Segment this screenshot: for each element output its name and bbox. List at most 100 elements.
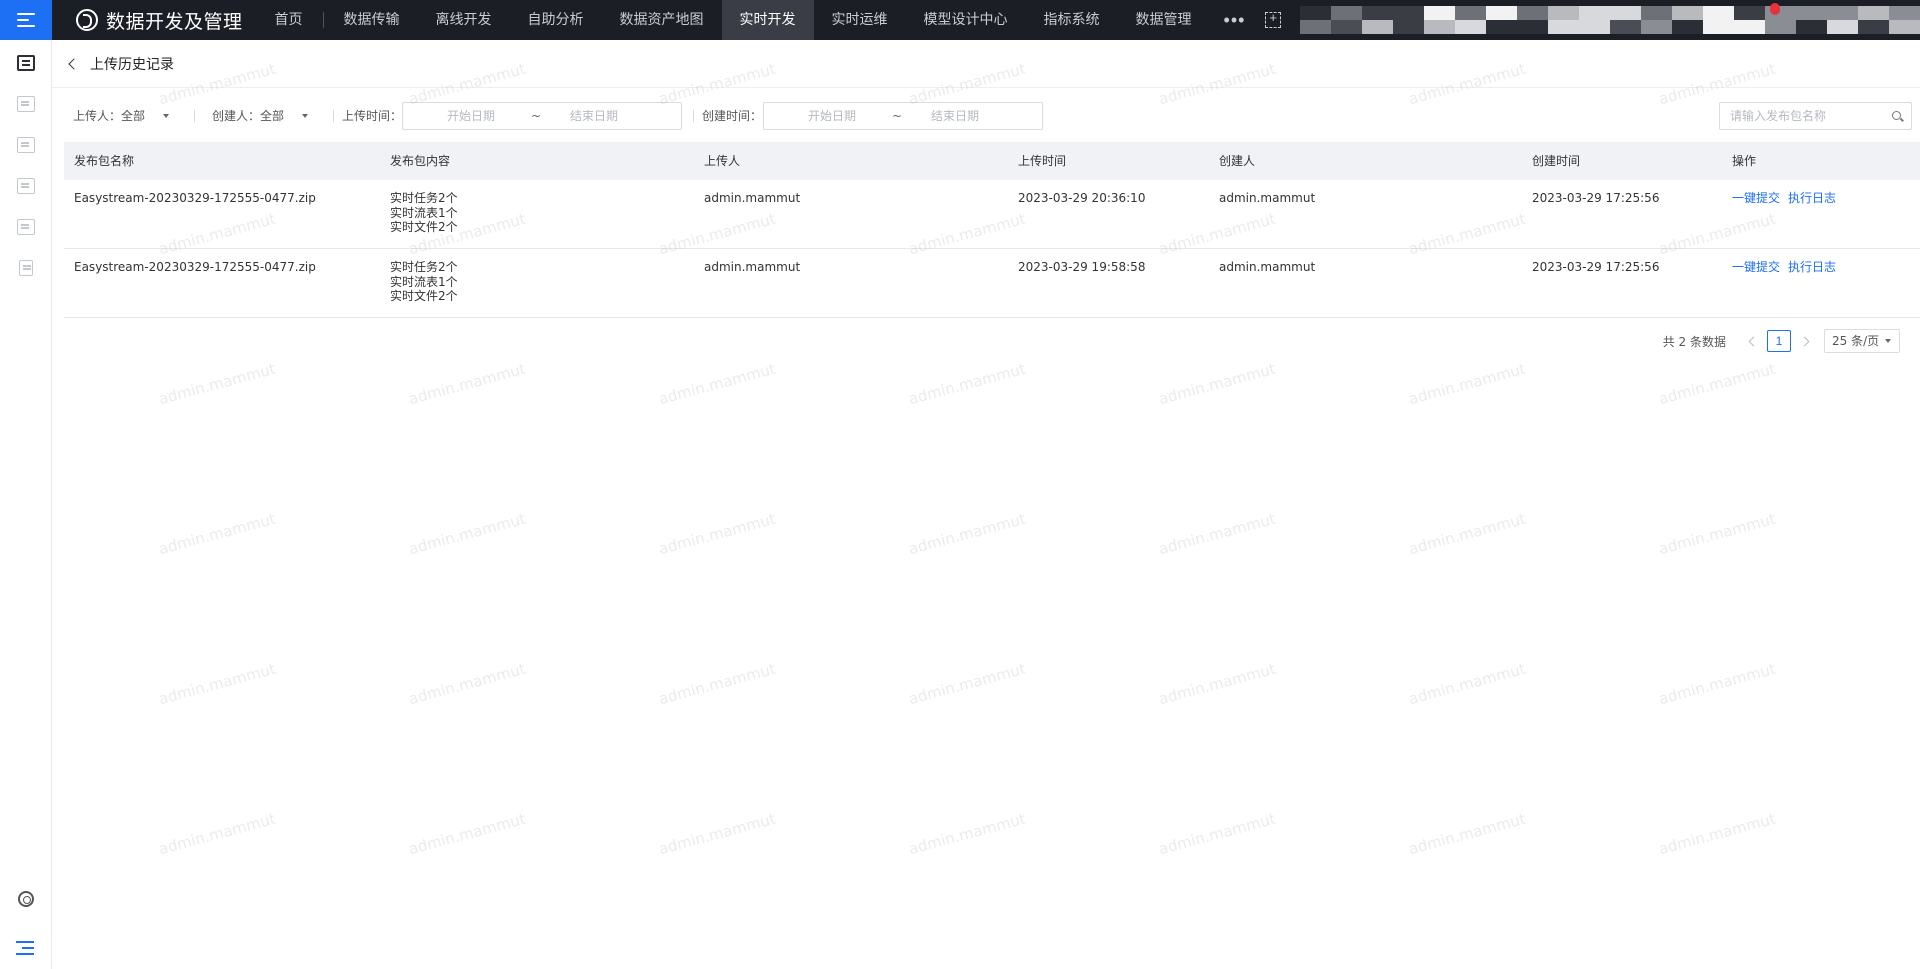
watermark-text: admin.mammut [906, 809, 1028, 859]
menu-button[interactable] [0, 0, 52, 40]
uploader-select[interactable]: 上传人：全部 [73, 102, 173, 130]
mosaic-cell [1548, 20, 1579, 34]
page-button-current[interactable]: 1 [1767, 330, 1791, 352]
upload-history-table: 发布包名称 发布包内容 上传人 上传时间 创建人 创建时间 操作 Easystr… [64, 142, 1920, 318]
mosaic-cell [1734, 20, 1765, 34]
package-content: 实时任务2个 实时流表1个 实时文件2个 [390, 191, 458, 235]
page-size-select[interactable]: 25 条/页 [1824, 329, 1900, 353]
mosaic-cell [1703, 20, 1734, 34]
nav-item-asset-map[interactable]: 数据资产地图 [602, 0, 722, 40]
uploader: admin.mammut [704, 191, 801, 205]
column-header: 创建时间 [1532, 154, 1581, 168]
nav-item-data-mgmt[interactable]: 数据管理 [1118, 0, 1210, 40]
mosaic-cell [1641, 6, 1672, 20]
row-actions: 一键提交 执行日志 [1732, 191, 1844, 206]
watermark-text: admin.mammut [1656, 809, 1778, 859]
pagination-total: 共 2 条数据 [1662, 334, 1726, 349]
nav-item-realtime-ops[interactable]: 实时运维 [814, 0, 906, 40]
uploader-select-value: 上传人：全部 [73, 109, 146, 123]
upload-list-icon[interactable] [17, 55, 35, 71]
creator-select[interactable]: 创建人：全部 [212, 102, 312, 130]
main-nav: 首页 数据传输 离线开发 自助分析 数据资产地图 实时开发 实时运维 模型设计中… [257, 0, 1282, 40]
mosaic-cell [1455, 20, 1486, 34]
nav-item-data-transfer[interactable]: 数据传输 [326, 0, 418, 40]
nav-item-realtime-dev[interactable]: 实时开发 [721, 0, 814, 40]
main-content: 上传历史记录 上传人：全部 创建人：全部 上传时间： 开始日期 ~ 结束日期 创… [52, 40, 1920, 969]
left-sidebar [0, 40, 52, 969]
clipboard-icon[interactable] [19, 260, 33, 276]
mosaic-cell [1672, 6, 1703, 20]
search-icon[interactable] [1892, 111, 1901, 120]
package-search[interactable] [1719, 102, 1912, 130]
mosaic-cell [1331, 6, 1362, 20]
watermark-text: admin.mammut [406, 509, 528, 559]
nav-separator [322, 12, 324, 28]
watermark-text: admin.mammut [406, 809, 528, 859]
uploader: admin.mammut [704, 260, 801, 274]
mosaic-cell [1734, 6, 1765, 20]
divider [333, 110, 334, 122]
watermark-text: admin.mammut [906, 659, 1028, 709]
nav-item-offline-dev[interactable]: 离线开发 [418, 0, 510, 40]
back-arrow-icon[interactable] [68, 57, 80, 70]
create-time: 2023-03-29 17:25:56 [1532, 191, 1660, 205]
column-header: 发布包内容 [390, 154, 451, 168]
upload-time-range[interactable]: 开始日期 ~ 结束日期 [402, 102, 682, 130]
pagination: 共 2 条数据 1 25 条/页 [1663, 329, 1900, 353]
package-name: Easystream-20230329-172555-0477.zip [74, 260, 316, 274]
mosaic-cell [1486, 20, 1517, 34]
nav-item-home[interactable]: 首页 [257, 0, 321, 40]
mosaic-cell [1672, 20, 1703, 34]
create-time-label: 创建时间： [702, 109, 763, 123]
mosaic-cell [1517, 20, 1548, 34]
chevron-down-icon [1885, 339, 1891, 343]
table-header: 发布包名称 发布包内容 上传人 上传时间 创建人 创建时间 操作 [64, 142, 1920, 180]
code-icon[interactable] [17, 137, 35, 153]
watermark-text: admin.mammut [1406, 809, 1528, 859]
nav-item-model-design[interactable]: 模型设计中心 [906, 0, 1026, 40]
upload-time: 2023-03-29 20:36:10 [1018, 191, 1146, 205]
fullscreen-icon[interactable] [1265, 10, 1282, 28]
watermark-text: admin.mammut [906, 359, 1028, 409]
watermark-text: admin.mammut [906, 509, 1028, 559]
column-header: 操作 [1732, 154, 1757, 168]
execution-log-link[interactable]: 执行日志 [1788, 191, 1836, 205]
creator: admin.mammut [1219, 191, 1316, 205]
watermark-text: admin.mammut [156, 659, 278, 709]
next-page-icon[interactable] [1799, 336, 1810, 346]
mosaic-cell [1889, 6, 1920, 20]
chevron-down-icon [302, 114, 308, 118]
range-separator: ~ [531, 109, 542, 123]
upload-end-date: 结束日期 [570, 109, 619, 123]
task-list-icon[interactable] [17, 96, 35, 112]
watermark-text: admin.mammut [1406, 359, 1528, 409]
nav-item-self-analysis[interactable]: 自助分析 [510, 0, 602, 40]
mosaic-cell [1548, 6, 1579, 20]
mosaic-cell [1827, 20, 1858, 34]
brand[interactable]: 数据开发及管理 [76, 7, 243, 34]
search-input[interactable] [1720, 103, 1880, 129]
database-icon[interactable] [17, 178, 35, 194]
mosaic-cell [1796, 20, 1827, 34]
mosaic-cell [1300, 6, 1331, 20]
mosaic-cell [1362, 6, 1393, 20]
nav-more-button[interactable]: ••• [1210, 10, 1260, 31]
watermark-text: admin.mammut [1156, 509, 1278, 559]
gear-icon[interactable] [18, 891, 34, 907]
submit-link[interactable]: 一键提交 [1732, 191, 1780, 205]
menu-icon [17, 13, 35, 27]
mosaic-cell [1331, 20, 1362, 34]
execution-log-link[interactable]: 执行日志 [1788, 260, 1836, 274]
user-area-pixelated [1300, 6, 1920, 34]
range-separator: ~ [892, 109, 903, 123]
upload-start-date: 开始日期 [447, 109, 496, 123]
folder-icon[interactable] [17, 219, 35, 235]
nav-item-metrics[interactable]: 指标系统 [1026, 0, 1118, 40]
submit-link[interactable]: 一键提交 [1732, 260, 1780, 274]
column-header: 上传人 [704, 154, 741, 168]
mosaic-cell [1486, 6, 1517, 20]
create-time-range[interactable]: 开始日期 ~ 结束日期 [763, 102, 1043, 130]
collapse-sidebar-icon[interactable] [16, 941, 34, 955]
prev-page-icon[interactable] [1748, 336, 1759, 346]
mosaic-cell [1517, 6, 1548, 20]
